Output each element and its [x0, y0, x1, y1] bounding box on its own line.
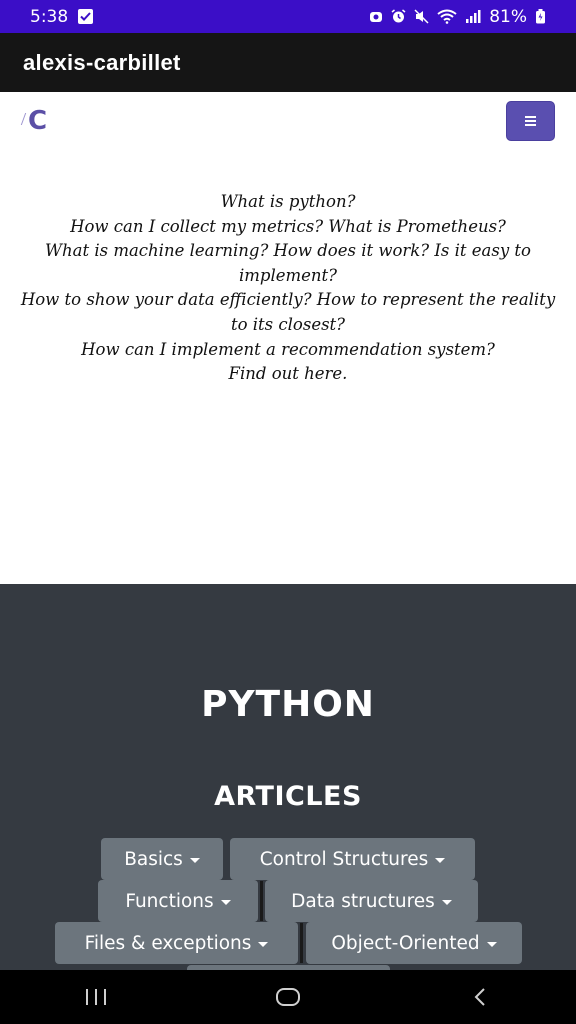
- logo-letter: C: [28, 106, 48, 136]
- button-label: Functions: [125, 890, 214, 912]
- signal-icon: [465, 9, 481, 24]
- recent-apps-icon[interactable]: [76, 982, 116, 1012]
- menu-line: [525, 124, 536, 126]
- intro-text: What is python? How can I collect my met…: [0, 190, 576, 387]
- caret-down-icon: [486, 941, 497, 947]
- python-section: PYTHON ARTICLES Basics Control Structure…: [0, 584, 576, 970]
- hamburger-menu-icon[interactable]: [506, 101, 555, 141]
- check-notification-icon: [78, 9, 94, 24]
- dropdown-object-oriented-button[interactable]: Object-Oriented: [306, 922, 522, 964]
- status-time: 5:38: [30, 6, 69, 27]
- dropdown-control-structures-button[interactable]: Control Structures: [230, 838, 475, 880]
- button-label: Data structures: [291, 890, 435, 912]
- caret-down-icon: [189, 857, 200, 863]
- menu-line: [525, 120, 536, 122]
- system-nav-bar: [0, 970, 576, 1024]
- button-separator: [300, 923, 303, 963]
- status-left: 5:38: [30, 6, 94, 27]
- alarm-icon: [391, 9, 406, 24]
- caret-down-icon: [435, 857, 446, 863]
- screen-recorder-icon: [369, 10, 383, 24]
- button-label: Control Structures: [259, 848, 429, 870]
- site-navbar: C: [0, 92, 576, 152]
- app-title: alexis-carbillet: [23, 49, 181, 75]
- home-icon[interactable]: [268, 982, 308, 1012]
- intro-line: What is machine learning? How does it wo…: [45, 241, 531, 285]
- dropdown-data-structures-button[interactable]: Data structures: [265, 880, 478, 922]
- battery-percent: 81%: [489, 6, 527, 27]
- intro-line: Find out here.: [228, 364, 348, 384]
- caret-down-icon: [258, 941, 269, 947]
- button-label: Files & exceptions: [84, 932, 252, 954]
- button-separator: [260, 881, 263, 921]
- dropdown-files-exceptions-button[interactable]: Files & exceptions: [55, 922, 298, 964]
- intro-line: How can I implement a recommendation sys…: [81, 339, 495, 359]
- battery-icon: [535, 9, 546, 24]
- section-title: PYTHON: [201, 684, 375, 725]
- button-label: Object-Oriented: [331, 932, 480, 954]
- status-right: 81%: [369, 7, 546, 27]
- intro-line: What is python?: [220, 192, 356, 211]
- wifi-icon: [437, 9, 457, 24]
- site-logo[interactable]: C: [20, 106, 50, 136]
- button-label: Basics: [124, 848, 183, 870]
- caret-down-icon: [220, 899, 231, 905]
- status-bar: 5:38 81%: [0, 0, 576, 33]
- back-icon[interactable]: [460, 982, 500, 1012]
- dropdown-basics-button[interactable]: Basics: [101, 838, 223, 880]
- web-content[interactable]: C What is python? How can I collect my m…: [0, 92, 576, 970]
- section-subtitle: ARTICLES: [214, 781, 362, 812]
- caret-down-icon: [441, 899, 452, 905]
- mute-icon: [414, 9, 429, 24]
- menu-line: [525, 116, 536, 118]
- dropdown-functions-button[interactable]: Functions: [98, 880, 258, 922]
- intro-line: How can I collect my metrics? What is Pr…: [70, 216, 506, 236]
- app-bar: alexis-carbillet: [0, 33, 576, 92]
- intro-line: How to show your data efficiently? How t…: [20, 290, 556, 334]
